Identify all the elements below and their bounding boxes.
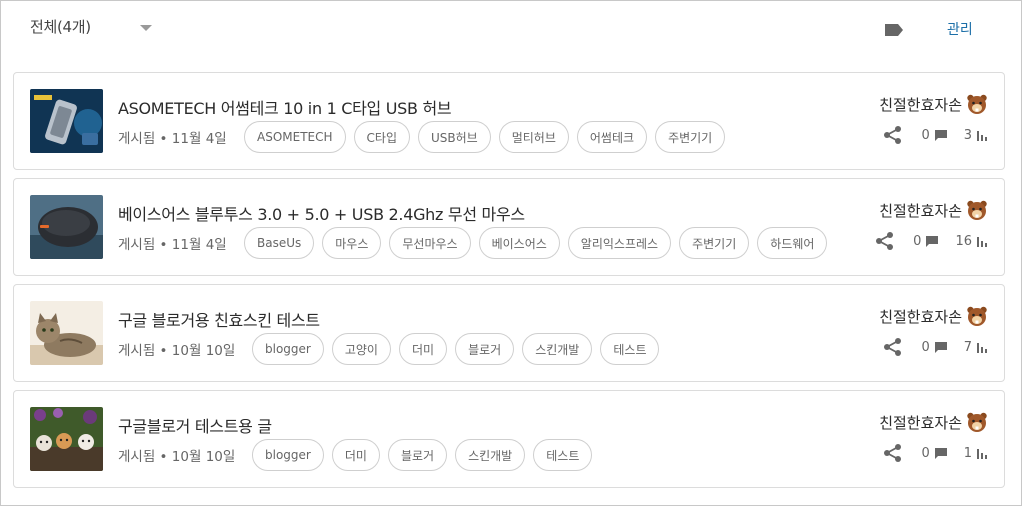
usb-hub-thumbnail[interactable]	[30, 89, 103, 153]
mouse-thumbnail[interactable]	[30, 195, 103, 259]
filter-label: 전체(4개)	[30, 18, 91, 36]
share-icon[interactable]	[883, 125, 903, 145]
post-status: 게시됨 • 10월 10일	[118, 449, 236, 465]
post-card[interactable]: ASOMETECH 어썸테크 10 in 1 C타입 USB 허브 게시됨 • …	[13, 72, 1005, 170]
post-title[interactable]: ASOMETECH 어썸테크 10 in 1 C타입 USB 허브	[118, 95, 452, 119]
share-icon[interactable]	[883, 337, 903, 357]
tag-chip[interactable]: ASOMETECH	[244, 121, 346, 153]
comment-count: 0	[913, 233, 922, 249]
author-name: 친절한효자손	[879, 201, 962, 220]
tag-chip[interactable]: 마우스	[322, 227, 382, 259]
comment-icon	[934, 341, 947, 353]
post-title[interactable]: 구글 블로거용 친효스킨 테스트	[118, 307, 320, 331]
tag-chip[interactable]: blogger	[252, 333, 324, 365]
tag-chip[interactable]: 베이스어스	[478, 227, 560, 259]
view-count: 16	[955, 233, 972, 249]
tag-chip[interactable]: 블로거	[387, 439, 448, 471]
chevron-down-icon[interactable]	[140, 25, 152, 31]
manage-button[interactable]: 관리	[947, 19, 973, 39]
view-count: 7	[963, 339, 972, 355]
tag-chip[interactable]: 하드웨어	[757, 227, 828, 259]
comment-icon	[926, 235, 939, 247]
author-name: 친절한효자손	[879, 413, 962, 432]
tag-chip[interactable]: USB허브	[418, 121, 491, 153]
list-header: 전체(4개) 관리	[0, 0, 1022, 58]
tag-chip[interactable]: 더미	[398, 333, 448, 365]
tag-chip[interactable]: 주변기기	[679, 227, 750, 259]
author: 친절한효자손	[879, 411, 988, 433]
post-stats: 0 1	[883, 443, 988, 463]
bar-chart-icon	[977, 237, 987, 247]
post-card[interactable]: 구글 블로거용 친효스킨 테스트 게시됨 • 10월 10일 blogger 고…	[13, 284, 1005, 382]
view-count: 3	[963, 127, 972, 143]
author-name: 친절한효자손	[879, 307, 962, 326]
tag-chip[interactable]: 알리익스프레스	[567, 227, 672, 259]
tag-chip[interactable]: 테스트	[533, 439, 593, 471]
tag-chip[interactable]: 스킨개발	[455, 439, 526, 471]
bar-chart-icon	[977, 449, 987, 459]
tag-chip[interactable]: blogger	[252, 439, 324, 471]
comment-count: 0	[921, 127, 930, 143]
comment-count: 0	[921, 445, 930, 461]
post-stats: 0 16	[875, 231, 988, 251]
author: 친절한효자손	[879, 305, 988, 327]
post-card[interactable]: 베이스어스 블루투스 3.0 + 5.0 + USB 2.4Ghz 무선 마우스…	[13, 178, 1005, 276]
tag-chip[interactable]: 스킨개발	[522, 333, 593, 365]
view-count: 1	[963, 445, 972, 461]
tag-chip[interactable]: 어썸테크	[576, 121, 648, 153]
tag-chip[interactable]: 테스트	[600, 333, 660, 365]
tag-chip[interactable]: BaseUs	[244, 227, 315, 259]
post-stats: 0 7	[883, 337, 988, 357]
tag-chip[interactable]: 주변기기	[655, 121, 726, 153]
post-title[interactable]: 베이스어스 블루투스 3.0 + 5.0 + USB 2.4Ghz 무선 마우스	[118, 201, 525, 225]
tag-chip[interactable]: 멀티허브	[498, 121, 569, 153]
comment-icon	[934, 129, 947, 141]
filter-dropdown[interactable]: 전체(4개)	[30, 16, 91, 37]
bear-avatar-icon	[967, 412, 987, 432]
author-name: 친절한효자손	[879, 95, 962, 114]
tag-list: BaseUs 마우스 무선마우스 베이스어스 알리익스프레스 주변기기 하드웨어	[244, 227, 828, 259]
cat-thumbnail[interactable]	[30, 301, 103, 365]
tag-list: blogger 더미 블로거 스킨개발 테스트	[252, 439, 593, 471]
bear-avatar-icon	[967, 94, 987, 114]
post-card[interactable]: 구글블로거 테스트용 글 게시됨 • 10월 10일 blogger 더미 블로…	[13, 390, 1005, 488]
tag-list: ASOMETECH C타입 USB허브 멀티허브 어썸테크 주변기기	[244, 121, 726, 153]
tag-chip[interactable]: 고양이	[331, 333, 391, 365]
comment-count: 0	[921, 339, 930, 355]
tag-list: blogger 고양이 더미 블로거 스킨개발 테스트	[252, 333, 660, 365]
bear-avatar-icon	[967, 200, 987, 220]
bear-avatar-icon	[967, 306, 987, 326]
tag-chip[interactable]: 더미	[331, 439, 380, 471]
post-title[interactable]: 구글블로거 테스트용 글	[118, 413, 272, 437]
author: 친절한효자손	[879, 93, 988, 115]
post-status: 게시됨 • 11월 4일	[118, 237, 227, 253]
share-icon[interactable]	[883, 443, 903, 463]
tag-chip[interactable]: 무선마우스	[389, 227, 471, 259]
author: 친절한효자손	[879, 199, 988, 221]
label-tag-icon[interactable]	[884, 23, 904, 37]
comment-icon	[934, 447, 947, 459]
bar-chart-icon	[977, 131, 987, 141]
tag-chip[interactable]: C타입	[353, 121, 410, 153]
post-status: 게시됨 • 11월 4일	[118, 131, 227, 147]
kittens-thumbnail[interactable]	[30, 407, 103, 471]
tag-chip[interactable]: 블로거	[455, 333, 515, 365]
post-status: 게시됨 • 10월 10일	[118, 343, 236, 359]
bar-chart-icon	[977, 343, 987, 353]
post-stats: 0 3	[883, 125, 988, 145]
share-icon[interactable]	[875, 231, 895, 251]
